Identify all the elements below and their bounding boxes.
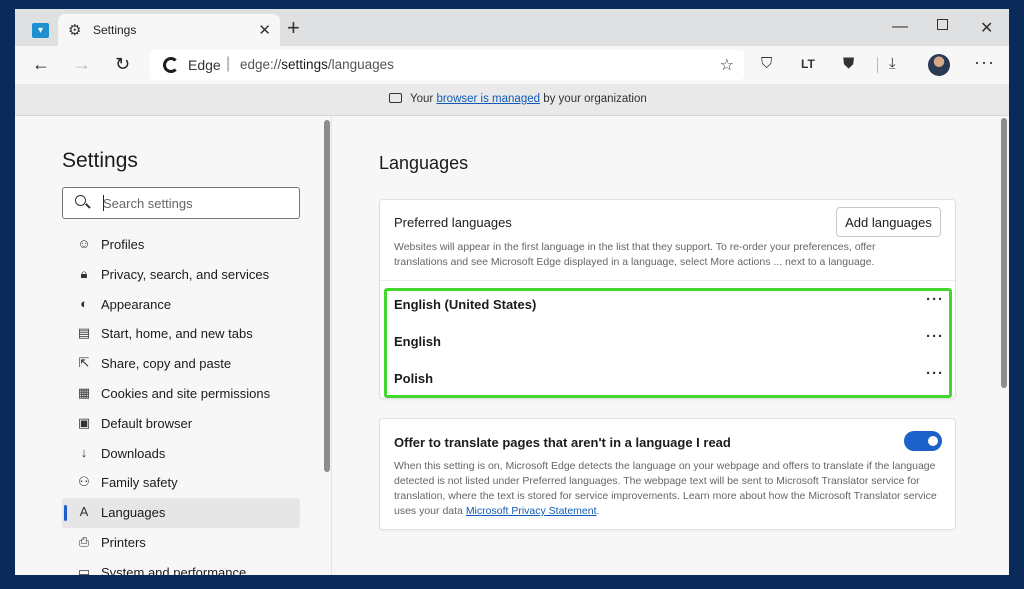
search-input[interactable] — [103, 194, 293, 212]
sidebar-nav: ☺ Profiles 🔒︎ Privacy, search, and servi… — [62, 230, 300, 575]
managed-link[interactable]: browser is managed — [436, 93, 540, 105]
main-scrollbar[interactable] — [1001, 118, 1007, 388]
address-separator: | — [226, 55, 231, 72]
translate-card: Offer to translate pages that aren't in … — [379, 418, 956, 530]
sidebar-title: Settings — [62, 149, 138, 172]
page-title: Languages — [379, 153, 469, 173]
search-icon — [75, 195, 86, 206]
preferred-languages-title: Preferred languages — [394, 215, 512, 230]
list-item: English (United States) ··· — [394, 287, 944, 324]
refresh-icon[interactable]: ↻ — [115, 54, 130, 75]
language-name: Polish — [394, 371, 434, 386]
tab-title: Settings — [93, 23, 137, 37]
close-tab-icon[interactable]: ✕ — [258, 21, 271, 39]
sidebar-item-system[interactable]: ▭ System and performance — [62, 558, 300, 575]
more-actions-icon[interactable]: ··· — [926, 291, 944, 308]
minimize-icon[interactable]: — — [892, 18, 908, 36]
appearance-icon: ◐ — [80, 295, 88, 311]
ublock-icon[interactable]: ⛊ — [843, 55, 854, 72]
sidebar-item-default-browser[interactable]: ▣ Default browser — [62, 409, 300, 439]
search-box[interactable] — [62, 187, 300, 219]
profile-icon: ☺ — [77, 236, 91, 251]
tab-settings[interactable]: ⚙ Settings ✕ — [58, 14, 280, 46]
preferred-languages-description: Websites will appear in the first langua… — [394, 241, 876, 268]
list-item: Polish ··· — [394, 361, 944, 398]
edge-label: Edge — [188, 57, 221, 73]
managed-banner: Your browser is managed by your organiza… — [15, 84, 1009, 116]
cookies-icon: ▦ — [77, 384, 91, 400]
url-text: edge://settings/languages — [240, 57, 394, 72]
sidebar-scrollbar[interactable] — [324, 120, 330, 472]
briefcase-icon — [389, 93, 402, 103]
settings-sidebar: Settings ☺ Profiles 🔒︎ Privacy, search, … — [15, 116, 331, 575]
translate-toggle[interactable] — [904, 431, 942, 451]
download-icon: ↓ — [80, 444, 88, 460]
sidebar-item-downloads[interactable]: ↓ Downloads — [62, 439, 300, 469]
sidebar-item-languages[interactable]: A Languages — [62, 498, 300, 528]
more-menu-icon[interactable]: ··· — [974, 52, 995, 73]
maximize-icon[interactable] — [937, 19, 948, 30]
workspaces-icon[interactable]: ▾ — [32, 23, 49, 38]
close-window-icon[interactable]: ✕ — [980, 18, 993, 38]
browser-icon: ▣ — [77, 414, 91, 430]
tab-strip: ▾ ⚙ Settings ✕ + — ✕ — [15, 9, 1009, 46]
languagetool-icon[interactable]: LT — [801, 57, 815, 71]
sidebar-item-share[interactable]: ⇱ Share, copy and paste — [62, 349, 300, 379]
start-icon: ▤ — [77, 325, 91, 341]
share-icon: ⇱ — [78, 355, 90, 371]
language-name: English (United States) — [394, 297, 537, 312]
more-actions-icon[interactable]: ··· — [926, 365, 944, 382]
new-tab-icon[interactable]: + — [287, 17, 300, 39]
system-icon: ▭ — [77, 563, 91, 575]
preferred-languages-card: Preferred languages Add languages Websit… — [379, 199, 956, 399]
browser-window: ▾ ⚙ Settings ✕ + — ✕ ← → ↻ Edge | edge:/… — [15, 9, 1009, 575]
sidebar-item-start[interactable]: ▤ Start, home, and new tabs — [62, 319, 300, 349]
printer-icon: ⎙ — [78, 533, 90, 549]
sidebar-item-profiles[interactable]: ☺ Profiles — [62, 230, 300, 260]
more-actions-icon[interactable]: ··· — [926, 328, 944, 345]
downloads-icon[interactable]: ⤓ — [889, 55, 896, 72]
translate-description: When this setting is on, Microsoft Edge … — [394, 460, 937, 517]
add-favorite-icon[interactable]: ☆ — [720, 55, 734, 75]
language-icon: A — [79, 504, 89, 520]
sidebar-item-privacy[interactable]: 🔒︎ Privacy, search, and services — [62, 260, 300, 290]
add-languages-button[interactable]: Add languages — [836, 207, 941, 237]
forward-icon[interactable]: → — [73, 54, 91, 75]
lock-icon: 🔒︎ — [80, 265, 88, 281]
avatar[interactable] — [928, 54, 950, 76]
sidebar-item-appearance[interactable]: ◐ Appearance — [62, 290, 300, 320]
back-icon[interactable]: ← — [32, 54, 50, 75]
edge-logo-icon — [163, 57, 179, 73]
address-bar[interactable]: Edge | edge://settings/languages ☆ — [150, 50, 744, 80]
family-icon: ⚇ — [78, 474, 90, 490]
sidebar-item-family-safety[interactable]: ⚇ Family safety — [62, 468, 300, 498]
translate-title: Offer to translate pages that aren't in … — [394, 435, 731, 450]
language-name: English — [394, 334, 441, 349]
list-item: English ··· — [394, 324, 944, 361]
card-divider — [380, 280, 955, 281]
toolbar: ← → ↻ Edge | edge://settings/languages ☆… — [15, 46, 1009, 84]
privacy-statement-link[interactable]: Microsoft Privacy Statement — [466, 505, 597, 517]
sidebar-item-cookies[interactable]: ▦ Cookies and site permissions — [62, 379, 300, 409]
gear-icon: ⚙ — [68, 22, 82, 39]
settings-main: Languages Preferred languages Add langua… — [331, 116, 1009, 575]
toolbar-separator — [877, 57, 878, 73]
sidebar-item-printers[interactable]: ⎙ Printers — [62, 528, 300, 558]
pocket-icon[interactable]: ⛉ — [761, 55, 772, 72]
